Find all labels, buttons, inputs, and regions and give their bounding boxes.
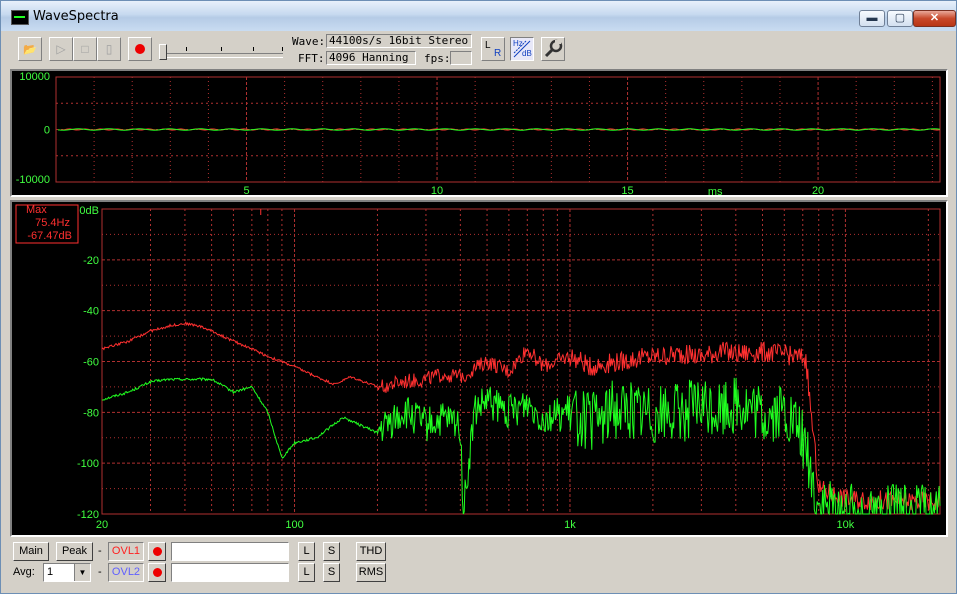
app-window: WaveSpectra ▬ ▢ ✕ 📂 ▷ □ ▯ Wave: 44100s/s… <box>0 0 957 594</box>
lr-l-label: L <box>485 40 491 51</box>
peak-button[interactable]: Peak <box>56 542 93 561</box>
spectrum-left-trace <box>101 321 941 511</box>
spectrum-x-tick-label: 20 <box>96 519 108 531</box>
lr-r-label: R <box>494 48 502 59</box>
fps-field <box>450 51 472 65</box>
ovl1-indicator: OVL1 <box>108 542 144 561</box>
open-file-button[interactable]: 📂 <box>18 37 42 61</box>
fps-label: fps: <box>424 52 451 65</box>
record-icon <box>152 568 162 577</box>
folder-icon: 📂 <box>23 44 37 56</box>
maximize-button[interactable]: ▢ <box>887 10 913 27</box>
spectrum-y-tick-label: -80 <box>83 407 99 419</box>
record-icon <box>152 547 162 556</box>
settings-button[interactable] <box>541 37 565 61</box>
dash-separator: - <box>98 545 102 557</box>
ovl1-load-button[interactable]: L <box>298 542 315 561</box>
title-bar[interactable]: WaveSpectra ▬ ▢ ✕ <box>1 1 956 31</box>
close-button[interactable]: ✕ <box>913 10 956 27</box>
spectrum-x-tick-label: 100 <box>285 519 303 531</box>
ovl2-indicator: OVL2 <box>108 563 144 582</box>
slider-tick <box>253 47 254 51</box>
hz-db-scale-button[interactable]: Hz dB <box>510 37 534 61</box>
wave-x-tick-label: 10 <box>431 185 443 195</box>
ovl1-save-button[interactable]: S <box>323 542 340 561</box>
wave-x-unit-label: ms <box>708 186 723 195</box>
minimize-button[interactable]: ▬ <box>859 10 885 27</box>
fft-setting-field: 4096 Hanning <box>326 51 416 65</box>
wave-y-tick-label: -10000 <box>16 174 50 186</box>
waveform-plot: 10000 0 -10000 5 10 15 20 ms <box>16 71 941 195</box>
wave-format-field: 44100s/s 16bit Stereo <box>326 34 472 48</box>
pause-icon: ▯ <box>105 42 113 56</box>
wrench-icon <box>544 39 563 58</box>
scale-icon <box>513 40 531 58</box>
window-title: WaveSpectra <box>33 9 119 24</box>
spectrum-y-tick-label: 0dB <box>79 205 99 217</box>
ovl1-record-button[interactable] <box>148 542 166 561</box>
waveform-panel[interactable]: 10000 0 -10000 5 10 15 20 ms <box>10 69 948 197</box>
ovl2-save-button[interactable]: S <box>323 563 340 582</box>
ovl2-filename-field[interactable] <box>171 563 289 582</box>
avg-value: 1 <box>47 566 54 578</box>
slider-tick <box>186 47 187 51</box>
app-icon <box>11 10 29 25</box>
chevron-down-icon: ▼ <box>74 564 90 581</box>
ovl1-filename-field[interactable] <box>171 542 289 561</box>
ovl2-load-button[interactable]: L <box>298 563 315 582</box>
avg-select[interactable]: 1 ▼ <box>43 563 91 582</box>
spectrum-y-tick-label: -100 <box>77 458 99 470</box>
wave-y-tick-label: 0 <box>44 125 50 137</box>
wave-x-tick-label: 15 <box>621 185 633 195</box>
bottom-controls: Main Peak - OVL1 L S THD Avg: 1 ▼ - OVL2… <box>1 537 956 593</box>
slider-tick <box>221 47 222 51</box>
spectrum-right-trace <box>101 377 941 516</box>
ovl2-record-button[interactable] <box>148 563 166 582</box>
stop-button[interactable]: □ <box>73 37 97 61</box>
spectrum-panel[interactable]: 0dB -20 -40 -60 -80 -100 -120 20 100 1k 10k Max 75.4… <box>10 200 948 537</box>
main-button[interactable]: Main <box>13 542 49 561</box>
record-button[interactable] <box>128 37 152 61</box>
position-slider-thumb[interactable] <box>159 44 167 60</box>
slider-tick <box>282 47 283 51</box>
stop-icon: □ <box>81 42 89 56</box>
position-slider-track[interactable] <box>163 53 283 58</box>
spectrum-plot: 0dB-20-40-60-80-100-12020 100 1k 10kMax75.4… <box>15 204 941 531</box>
fft-label: FFT: <box>298 52 325 65</box>
max-level: -67.47dB <box>27 230 72 242</box>
avg-label: Avg: <box>13 566 35 578</box>
wave-y-tick-label: 10000 <box>19 71 50 83</box>
wave-x-tick-label: 5 <box>243 185 249 195</box>
play-button[interactable]: ▷ <box>49 37 73 61</box>
dash-separator: - <box>98 566 102 578</box>
pause-button[interactable]: ▯ <box>97 37 121 61</box>
rms-button[interactable]: RMS <box>356 563 386 582</box>
lr-channel-button[interactable]: L R <box>481 37 505 61</box>
wave-x-tick-label: 20 <box>812 185 824 195</box>
play-icon: ▷ <box>56 42 66 56</box>
spectrum-y-tick-label: -40 <box>83 306 99 318</box>
spectrum-x-tick-label: 1k <box>564 519 576 531</box>
spectrum-y-tick-label: -20 <box>83 255 99 267</box>
max-label: Max <box>26 204 47 216</box>
toolbar: 📂 ▷ □ ▯ Wave: 44100s/s 16bit Stereo FFT:… <box>1 31 956 69</box>
max-frequency: 75.4Hz <box>35 217 70 229</box>
wave-label: Wave: <box>292 35 326 48</box>
thd-button[interactable]: THD <box>356 542 386 561</box>
record-icon <box>135 44 145 54</box>
spectrum-y-tick-label: -60 <box>83 357 99 369</box>
spectrum-x-tick-label: 10k <box>837 519 855 531</box>
